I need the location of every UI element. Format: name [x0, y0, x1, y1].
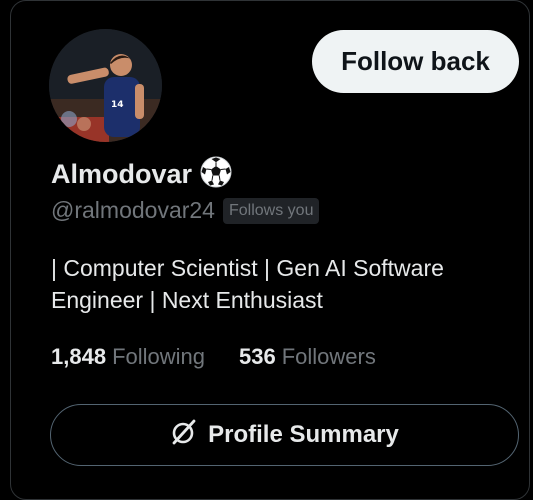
following-label: Following	[112, 344, 205, 369]
avatar-photo: 14	[49, 29, 162, 142]
follow-back-button[interactable]: Follow back	[312, 30, 519, 93]
followers-label: Followers	[281, 344, 376, 369]
following-count: 1,848	[51, 344, 107, 369]
followers-count: 536	[239, 344, 276, 369]
followers-stat[interactable]: 536 Followers	[239, 344, 376, 370]
display-name[interactable]: Almodovar	[51, 159, 192, 190]
bio: | Computer Scientist | Gen AI Software E…	[51, 252, 521, 316]
soccer-ball-icon	[200, 156, 232, 193]
follows-you-badge: Follows you	[222, 197, 320, 224]
follow-stats: 1,848 Following 536 Followers	[51, 344, 376, 370]
profile-hover-card: 14 Follow back Almodovar @ralmodovar24 F…	[10, 0, 530, 500]
bio-line: Engineer | Next Enthusiast	[51, 287, 323, 313]
grok-slash-circle-icon	[170, 418, 198, 453]
user-handle[interactable]: @ralmodovar24	[51, 197, 215, 224]
handle-row: @ralmodovar24 Follows you	[51, 197, 320, 224]
bio-line: | Computer Scientist | Gen AI Software	[51, 255, 444, 281]
name-row: Almodovar	[51, 156, 232, 193]
following-stat[interactable]: 1,848 Following	[51, 344, 205, 370]
profile-summary-button[interactable]: Profile Summary	[50, 404, 519, 466]
avatar[interactable]: 14	[49, 29, 162, 142]
profile-summary-label: Profile Summary	[208, 421, 399, 448]
svg-text:14: 14	[111, 100, 124, 110]
